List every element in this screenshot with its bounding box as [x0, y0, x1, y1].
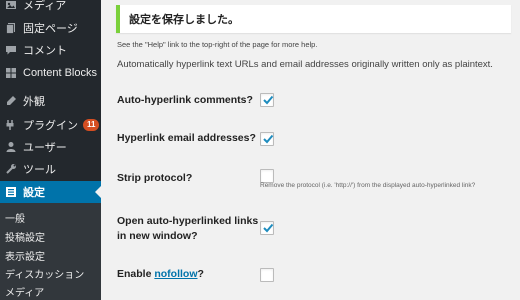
option-label-suffix: ? [197, 268, 204, 280]
sidebar-item-comments[interactable]: コメント [0, 39, 101, 61]
settings-saved-notice: 設定を保存しました。 [116, 5, 511, 33]
admin-sidebar: メディア 固定ページ コメント Content Blocks 外観 プラグイン … [0, 0, 101, 300]
update-count-badge: 11 [83, 119, 100, 131]
auto-hyperlink-comments-checkbox[interactable] [260, 93, 274, 107]
option-label-auto-hyperlink-comments: Auto-hyperlink comments? [117, 94, 253, 106]
sidebar-item-plugins[interactable]: プラグイン 11 [0, 114, 101, 136]
option-label-hyperlink-email: Hyperlink email addresses? [117, 132, 256, 144]
strip-protocol-checkbox[interactable] [260, 169, 274, 183]
sidebar-item-settings[interactable]: 設定 [0, 181, 101, 203]
strip-protocol-description: Remove the protocol (i.e. 'http://') fro… [260, 182, 476, 189]
sidebar-item-label: 固定ページ [23, 23, 78, 35]
tools-icon [4, 163, 17, 176]
option-label-enable-nofollow: Enable nofollow? [117, 267, 204, 282]
sidebar-item-label: メディア [23, 0, 67, 12]
appearance-icon [4, 95, 17, 108]
sidebar-item-label: ツール [23, 164, 56, 176]
settings-submenu: 一般 投稿設定 表示設定 ディスカッション メディア [0, 203, 101, 300]
option-label-prefix: Enable [117, 268, 155, 280]
content-blocks-icon [4, 67, 17, 80]
option-label-line: in new window? [117, 230, 198, 242]
option-label-open-new-window: Open auto-hyperlinked links in new windo… [117, 214, 258, 244]
sidebar-item-tools[interactable]: ツール [0, 158, 101, 180]
sidebar-item-label: 外観 [23, 96, 45, 108]
users-icon [4, 141, 17, 154]
option-label-strip-protocol: Strip protocol? [117, 172, 193, 184]
checkmark-icon [263, 95, 274, 105]
help-text: See the "Help" link to the top-right of … [117, 40, 318, 49]
sidebar-item-media[interactable]: メディア [0, 0, 101, 16]
sidebar-item-pages[interactable]: 固定ページ [0, 17, 101, 39]
submenu-item-reading[interactable]: 表示設定 [5, 248, 45, 263]
sidebar-item-label: プラグイン [23, 120, 78, 132]
nofollow-link[interactable]: nofollow [154, 268, 197, 280]
checkmark-icon [263, 223, 274, 233]
settings-icon [4, 186, 17, 199]
enable-nofollow-checkbox[interactable] [260, 268, 274, 282]
option-label-line: Open auto-hyperlinked links [117, 215, 259, 227]
main-content: 設定を保存しました。 See the "Help" link to the to… [101, 0, 520, 300]
notice-text: 設定を保存しました。 [129, 14, 239, 26]
submenu-item-writing[interactable]: 投稿設定 [5, 229, 45, 244]
sidebar-item-label: 設定 [23, 187, 45, 199]
open-new-window-checkbox[interactable] [260, 221, 274, 235]
comments-icon [4, 44, 17, 57]
submenu-item-discussion[interactable]: ディスカッション [5, 266, 84, 281]
media-icon [4, 0, 17, 12]
checkmark-icon [263, 134, 274, 144]
sidebar-item-label: Content Blocks [23, 67, 97, 79]
sidebar-item-content-blocks[interactable]: Content Blocks [0, 62, 101, 84]
hyperlink-email-checkbox[interactable] [260, 132, 274, 146]
submenu-item-media[interactable]: メディア [5, 284, 44, 299]
sidebar-item-users[interactable]: ユーザー [0, 136, 101, 158]
pages-icon [4, 22, 17, 35]
intro-text: Automatically hyperlink text URLs and em… [117, 59, 493, 70]
sidebar-item-label: ユーザー [23, 142, 67, 154]
sidebar-item-appearance[interactable]: 外観 [0, 90, 101, 112]
sidebar-item-label: コメント [23, 45, 67, 57]
plugins-icon [4, 119, 17, 132]
submenu-item-general[interactable]: 一般 [5, 210, 25, 225]
